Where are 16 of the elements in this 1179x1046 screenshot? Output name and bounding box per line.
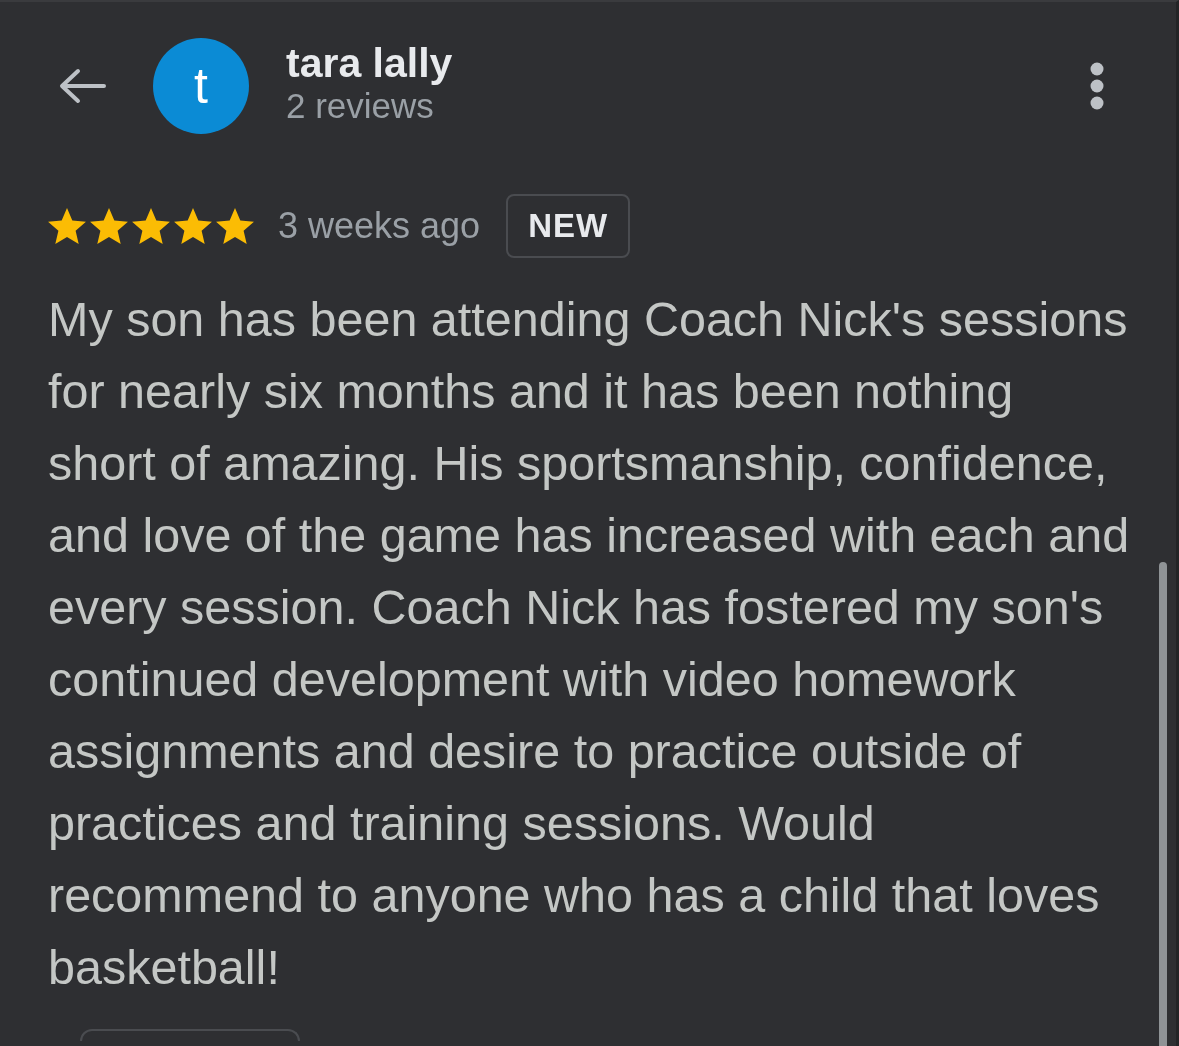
star-filled-icon — [174, 208, 212, 244]
reviewer-name: tara lally — [286, 40, 453, 86]
star-filled-icon — [90, 208, 128, 244]
scrollbar-thumb[interactable] — [1159, 562, 1167, 1046]
back-arrow-icon — [58, 68, 106, 104]
star-filled-icon — [216, 208, 254, 244]
back-button[interactable] — [58, 67, 108, 105]
new-badge: NEW — [506, 194, 631, 258]
more-options-icon — [1090, 62, 1104, 110]
review-count: 2 reviews — [286, 86, 435, 126]
review-time: 3 weeks ago — [278, 205, 481, 247]
star-filled-icon — [48, 208, 86, 244]
star-filled-icon — [132, 208, 170, 244]
review-text: My son has been attending Coach Nick's sessions for nearly six months and it has been nothing short of amazing. His sportsmanship, confidence, and love of the game has increased with each and every session. Coach Nick has fostered my son's continued development with video homework assignments and desire to practice outside of practices and training sessions. Would recommend to anyone who has a child that loves basketball! — [48, 291, 1130, 996]
more-button[interactable] — [1090, 62, 1104, 110]
avatar[interactable]: t — [153, 38, 249, 134]
